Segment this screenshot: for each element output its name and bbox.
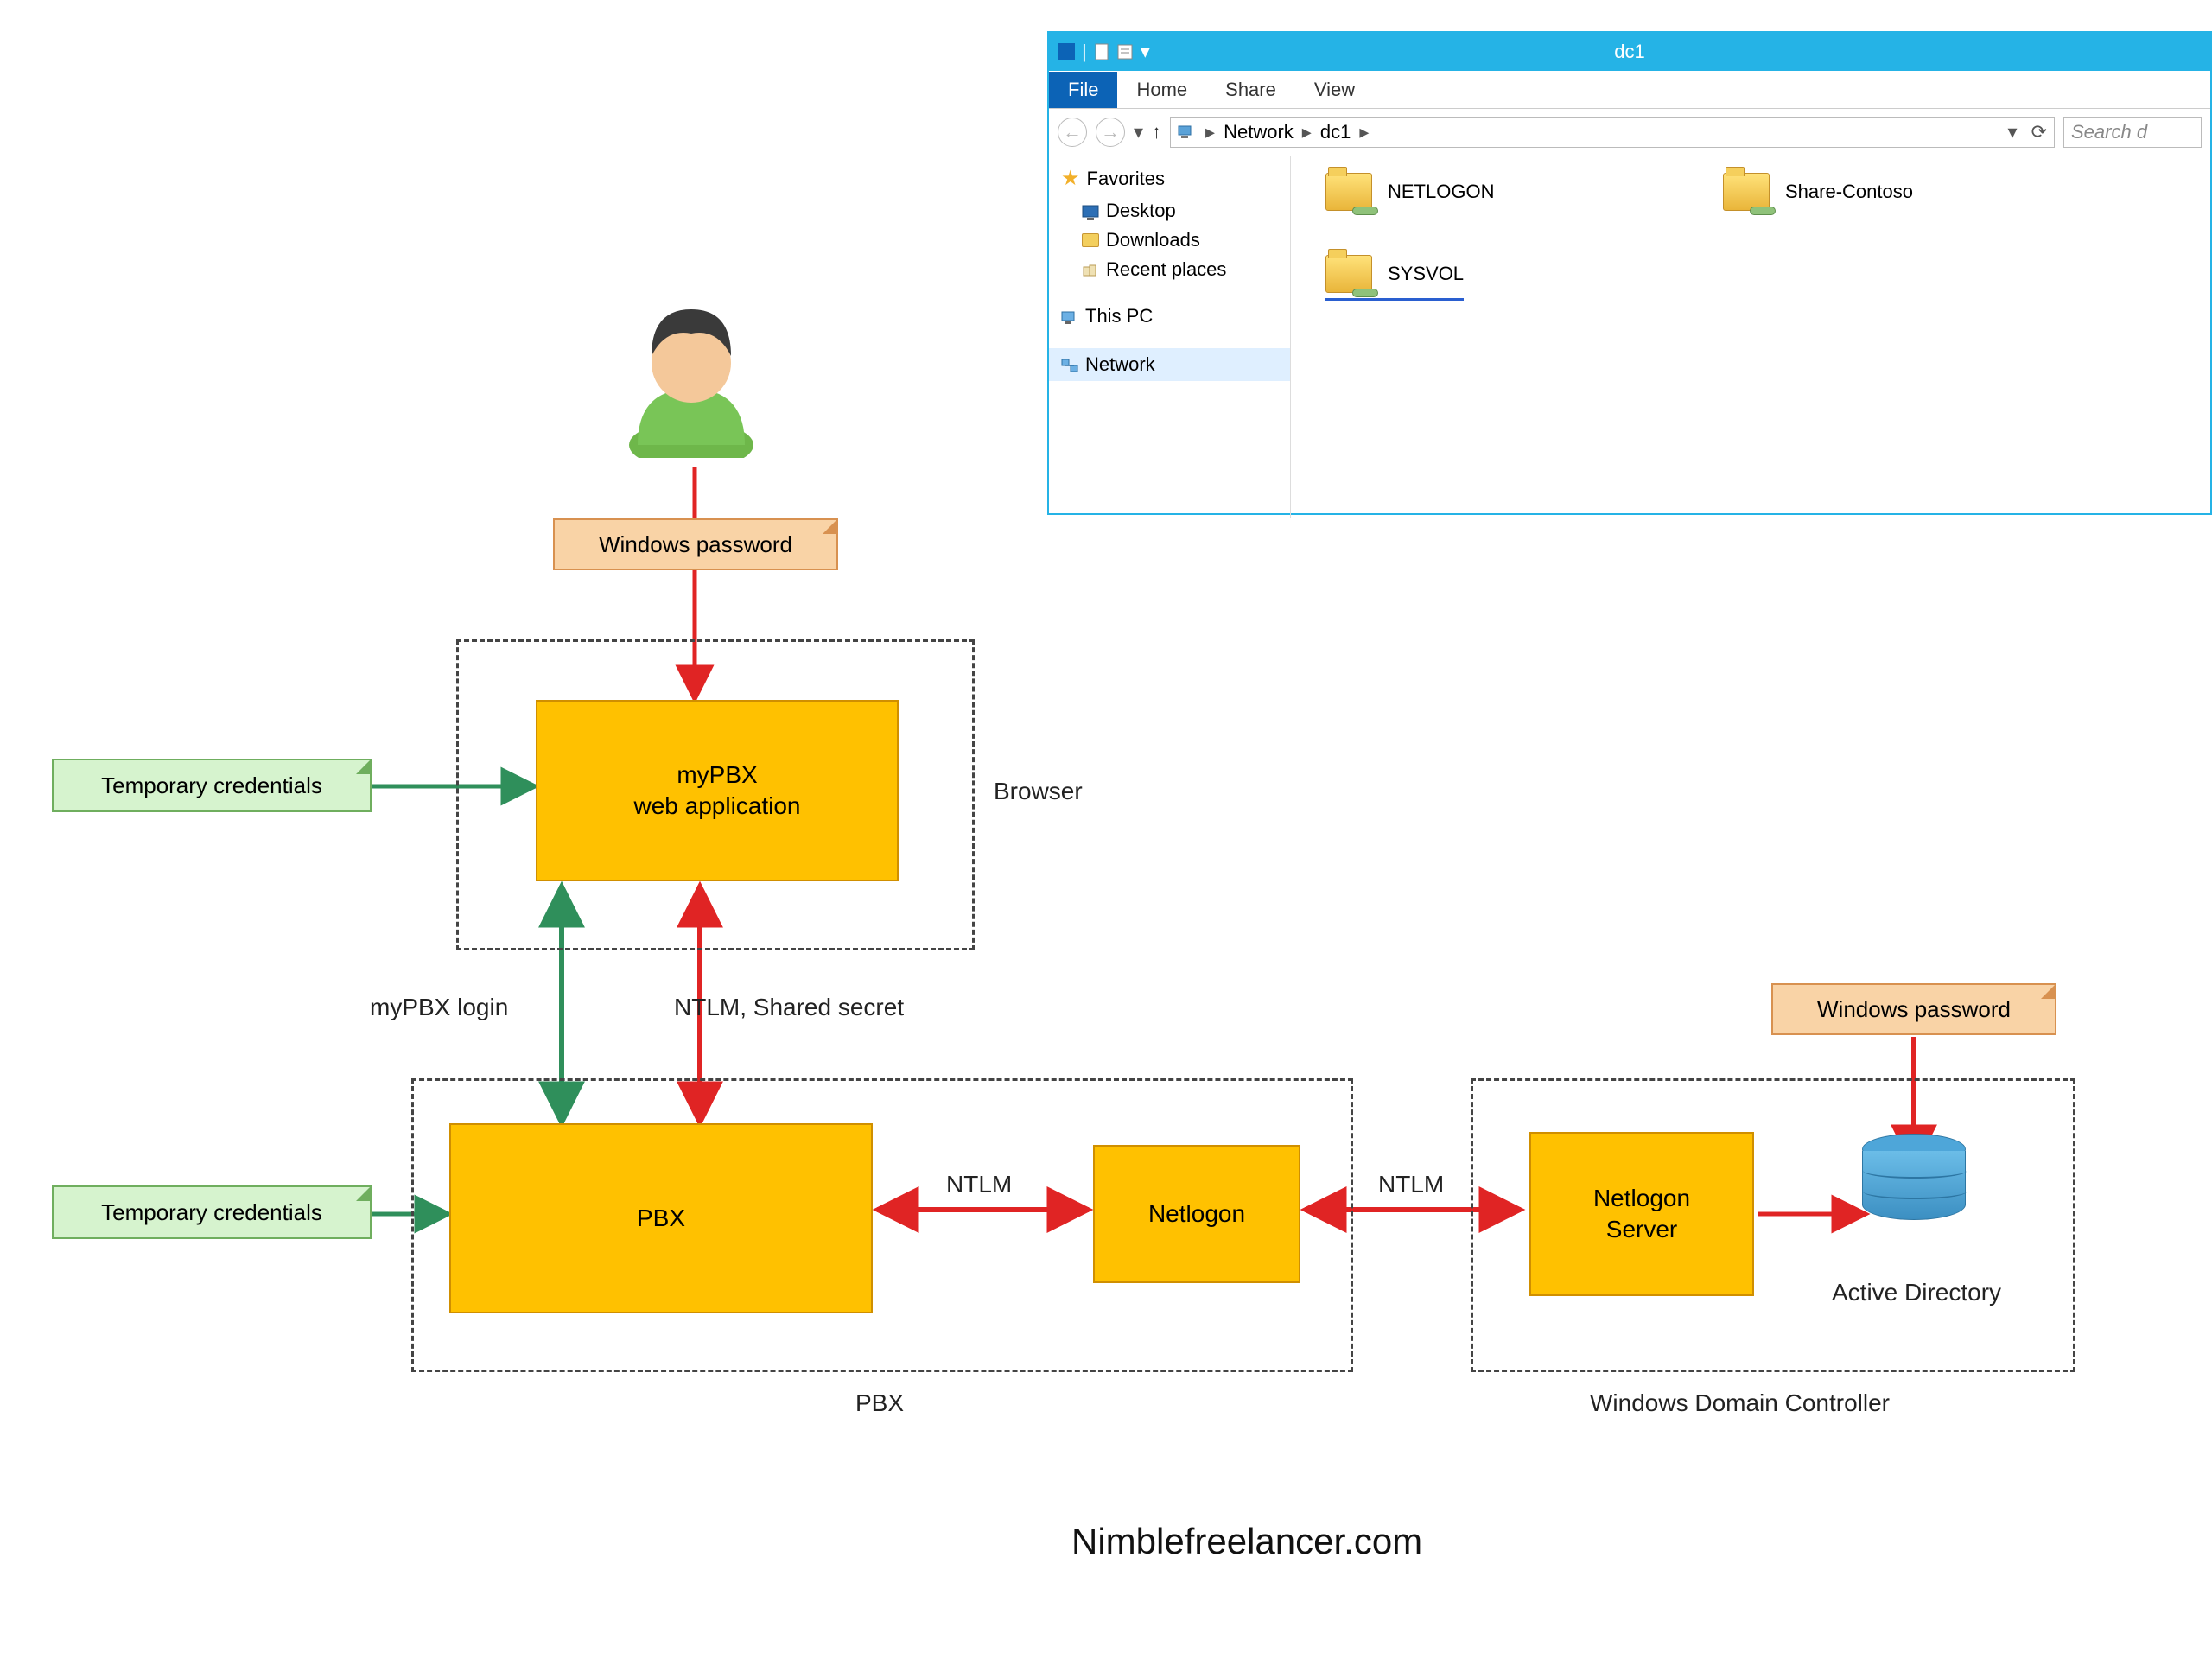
newdoc-icon[interactable] bbox=[1094, 43, 1109, 60]
sidebar-item-downloads[interactable]: Downloads bbox=[1058, 226, 1281, 255]
sidebar-network[interactable]: Network bbox=[1049, 348, 1290, 381]
tab-file[interactable]: File bbox=[1049, 72, 1117, 108]
nav-forward-button[interactable]: → bbox=[1096, 118, 1125, 147]
note-windows-password-top: Windows password bbox=[553, 518, 838, 570]
shared-folder-icon bbox=[1325, 173, 1372, 211]
sidebar-item-label: Desktop bbox=[1106, 200, 1176, 222]
nav-back-button[interactable]: ← bbox=[1058, 118, 1087, 147]
tab-view[interactable]: View bbox=[1295, 72, 1374, 108]
explorer-titlebar[interactable]: | ▾ dc1 bbox=[1049, 33, 2210, 71]
pbx-text: PBX bbox=[637, 1205, 685, 1232]
sidebar-item-desktop[interactable]: Desktop bbox=[1058, 196, 1281, 226]
note-text: Temporary credentials bbox=[101, 772, 322, 799]
pc-icon bbox=[1061, 308, 1078, 324]
explorer-window: | ▾ dc1 File Home Share View ← → ▾ ↑ ▸ N… bbox=[1047, 31, 2212, 515]
network-pc-icon bbox=[1178, 124, 1197, 140]
tab-home[interactable]: Home bbox=[1117, 72, 1206, 108]
folder-netlogon[interactable]: NETLOGON bbox=[1325, 173, 1494, 211]
folder-label: NETLOGON bbox=[1388, 181, 1494, 203]
netlogon-server-l2: Server bbox=[1606, 1214, 1677, 1245]
breadcrumb-network[interactable]: Network bbox=[1224, 121, 1294, 143]
explorer-address-row: ← → ▾ ↑ ▸ Network ▸ dc1 ▸ ▾ ⟳ Search d bbox=[1049, 109, 2210, 156]
note-temp-creds-2: Temporary credentials bbox=[52, 1185, 372, 1239]
sidebar-this-pc-label: This PC bbox=[1085, 305, 1153, 327]
db-cylinder-icon bbox=[1862, 1166, 1966, 1262]
folder-icon bbox=[1082, 233, 1099, 247]
db-label: Active Directory bbox=[1832, 1279, 2001, 1306]
avatar bbox=[622, 285, 760, 458]
shared-folder-icon bbox=[1325, 255, 1372, 293]
label-mypbx-login: myPBX login bbox=[370, 994, 508, 1021]
note-windows-password-right: Windows password bbox=[1771, 983, 2056, 1035]
frame-browser-label: Browser bbox=[994, 778, 1083, 805]
frame-pbx-label: PBX bbox=[855, 1389, 904, 1417]
box-netlogon-server: Netlogon Server bbox=[1529, 1132, 1754, 1296]
search-placeholder: Search d bbox=[2071, 121, 2147, 143]
search-input[interactable]: Search d bbox=[2063, 117, 2202, 148]
frame-wdc-label: Windows Domain Controller bbox=[1590, 1389, 1890, 1417]
sidebar-this-pc[interactable]: This PC bbox=[1058, 300, 1281, 333]
folder-label: SYSVOL bbox=[1388, 263, 1464, 285]
sidebar-favorites[interactable]: ★ Favorites bbox=[1058, 161, 1281, 196]
sidebar-network-label: Network bbox=[1085, 353, 1155, 376]
sidebar-item-recent[interactable]: Recent places bbox=[1058, 255, 1281, 284]
box-pbx: PBX bbox=[449, 1123, 873, 1313]
note-text: Windows password bbox=[1817, 996, 2011, 1023]
window-title: dc1 bbox=[1614, 41, 1644, 63]
footer-text: Nimblefreelancer.com bbox=[1071, 1521, 1422, 1562]
note-temp-creds-1: Temporary credentials bbox=[52, 759, 372, 812]
properties-icon[interactable] bbox=[1116, 43, 1134, 60]
desktop-icon bbox=[1082, 203, 1099, 219]
recent-icon bbox=[1082, 262, 1099, 277]
nav-recent-dropdown[interactable]: ▾ bbox=[1134, 121, 1143, 143]
nav-up-button[interactable]: ↑ bbox=[1152, 121, 1161, 143]
sidebar-item-label: Downloads bbox=[1106, 229, 1200, 251]
star-icon: ★ bbox=[1061, 166, 1080, 191]
address-bar[interactable]: ▸ Network ▸ dc1 ▸ ▾ ⟳ bbox=[1170, 117, 2055, 148]
mypbx-line1: myPBX bbox=[677, 760, 757, 791]
note-text: Temporary credentials bbox=[101, 1199, 322, 1226]
breadcrumb-dc1[interactable]: dc1 bbox=[1320, 121, 1351, 143]
box-netlogon: Netlogon bbox=[1093, 1145, 1300, 1283]
explorer-main[interactable]: NETLOGON SYSVOL Share-Contoso bbox=[1291, 156, 2210, 518]
netlogon-server-l1: Netlogon bbox=[1593, 1183, 1690, 1214]
sidebar-item-label: Recent places bbox=[1106, 258, 1226, 281]
tab-share[interactable]: Share bbox=[1206, 72, 1295, 108]
netlogon-text: Netlogon bbox=[1148, 1200, 1245, 1228]
app-icon bbox=[1058, 43, 1075, 60]
folder-sysvol[interactable]: SYSVOL bbox=[1325, 255, 1464, 301]
note-text: Windows password bbox=[599, 531, 792, 558]
label-ntlm-shared-secret: NTLM, Shared secret bbox=[674, 994, 904, 1021]
mypbx-line2: web application bbox=[633, 791, 800, 822]
label-ntlm-2: NTLM bbox=[1378, 1171, 1444, 1198]
explorer-ribbon: File Home Share View bbox=[1049, 71, 2210, 109]
box-mypbx-web-app: myPBX web application bbox=[536, 700, 899, 881]
shared-folder-icon bbox=[1723, 173, 1770, 211]
folder-label: Share-Contoso bbox=[1785, 181, 1913, 203]
label-ntlm-1: NTLM bbox=[946, 1171, 1012, 1198]
folder-share-contoso[interactable]: Share-Contoso bbox=[1723, 173, 1913, 211]
network-icon bbox=[1061, 357, 1078, 372]
refresh-icon[interactable]: ⟳ bbox=[2031, 121, 2047, 143]
sidebar-favorites-label: Favorites bbox=[1087, 168, 1165, 190]
explorer-sidebar: ★ Favorites Desktop Downloads bbox=[1049, 156, 1291, 518]
